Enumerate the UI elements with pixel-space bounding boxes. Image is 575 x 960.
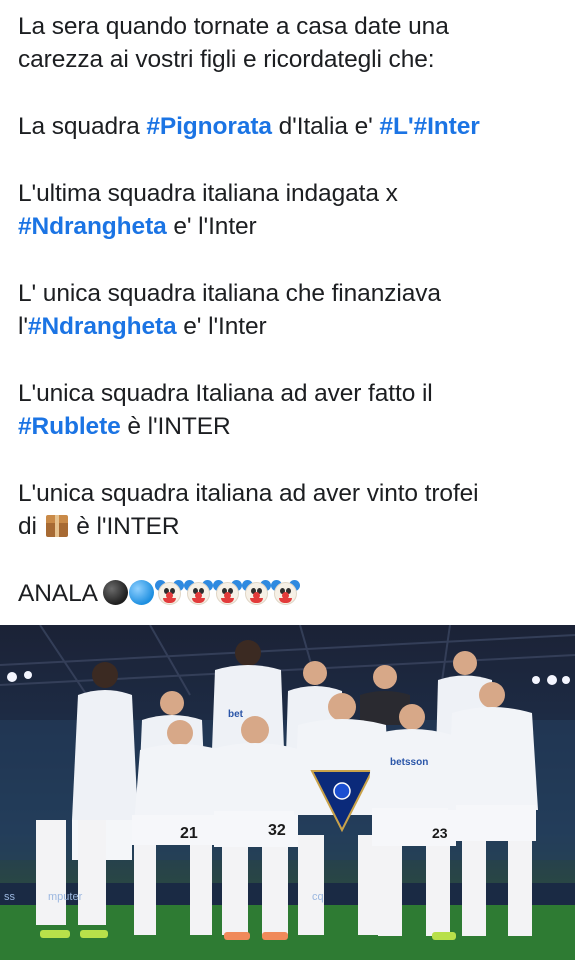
post-text-segment: è l'INTER: [69, 513, 180, 540]
post-text-segment: ANALA: [18, 580, 104, 607]
post-line: di è l'INTER: [18, 510, 563, 543]
blue-circle-icon: [129, 580, 155, 605]
post-text-segment: e' l'Inter: [166, 213, 257, 240]
post-line: l'#Ndrangheta e' l'Inter: [18, 310, 563, 343]
hashtag-link[interactable]: #Rublete: [18, 413, 121, 440]
shirt-number: 21: [180, 825, 198, 842]
hashtag-link[interactable]: #Ndrangheta: [18, 213, 167, 240]
hashtag-link[interactable]: #Ndrangheta: [28, 313, 177, 340]
ad-board-text: ss: [4, 891, 16, 903]
post-text-segment: è l'INTER: [120, 413, 231, 440]
ad-board-text: cq: [312, 891, 324, 903]
post-line: L' unica squadra italiana che finanziava: [18, 277, 563, 310]
post-paragraph: La sera quando tornate a casa date una ca…: [18, 10, 563, 76]
shirt-sponsor: bet: [228, 709, 244, 720]
post-text-segment: e' l'Inter: [176, 313, 267, 340]
clown-face-icon: [184, 578, 214, 607]
post-line: ANALA: [18, 577, 563, 610]
hashtag-link[interactable]: #Pignorata: [146, 113, 272, 140]
team-photo-illustration: 21 32 23 betsson bet mputer cq ss: [0, 625, 575, 960]
post-text-segment: d'Italia e': [271, 113, 380, 140]
post-paragraph: ANALA: [18, 577, 563, 610]
post-paragraph: La squadra #Pignorata d'Italia e' #L'#In…: [18, 110, 563, 143]
post-line: L'unica squadra italiana ad aver vinto t…: [18, 477, 563, 510]
post-text-segment: L' unica squadra italiana che finanziava: [18, 280, 441, 307]
shirt-sponsor: betsson: [390, 757, 428, 768]
post-text-segment: di: [18, 513, 44, 540]
post-line: #Ndrangheta e' l'Inter: [18, 210, 563, 243]
post-text: La sera quando tornate a casa date una ca…: [18, 10, 563, 610]
clown-face-icon: [155, 578, 185, 607]
shirt-number: 23: [432, 825, 448, 841]
team-photo[interactable]: 21 32 23 betsson bet mputer cq ss: [0, 625, 575, 960]
post-line: carezza ai vostri figli e ricordategli c…: [18, 43, 563, 76]
post-text-segment: L'ultima squadra italiana indagata x: [18, 180, 398, 207]
post-text-segment: l': [18, 313, 28, 340]
clown-face-icon: [242, 578, 272, 607]
post-line: #Rublete è l'INTER: [18, 410, 563, 443]
post-paragraph: L'unica squadra italiana ad aver vinto t…: [18, 477, 563, 543]
hashtag-link[interactable]: #L'#Inter: [379, 113, 479, 140]
post-text-segment: L'unica squadra italiana ad aver vinto t…: [18, 480, 479, 507]
clown-face-icon: [271, 578, 301, 607]
post-text-segment: carezza ai vostri figli e ricordategli c…: [18, 46, 435, 73]
post-line: La squadra #Pignorata d'Italia e' #L'#In…: [18, 110, 563, 143]
ad-board-text: mputer: [48, 891, 83, 903]
post-paragraph: L'unica squadra Italiana ad aver fatto i…: [18, 377, 563, 443]
post-text-segment: L'unica squadra Italiana ad aver fatto i…: [18, 380, 433, 407]
post-text-segment: La sera quando tornate a casa date una: [18, 13, 449, 40]
shirt-number: 32: [268, 822, 286, 839]
black-circle-icon: [103, 580, 129, 605]
clown-face-icon: [213, 578, 243, 607]
post-text-segment: La squadra: [18, 113, 147, 140]
package-box-icon: [44, 513, 70, 539]
post-line: L'unica squadra Italiana ad aver fatto i…: [18, 377, 563, 410]
post-paragraph: L'ultima squadra italiana indagata x #Ndr…: [18, 177, 563, 243]
post-line: La sera quando tornate a casa date una: [18, 10, 563, 43]
post-line: L'ultima squadra italiana indagata x: [18, 177, 563, 210]
post-paragraph: L' unica squadra italiana che finanziava…: [18, 277, 563, 343]
